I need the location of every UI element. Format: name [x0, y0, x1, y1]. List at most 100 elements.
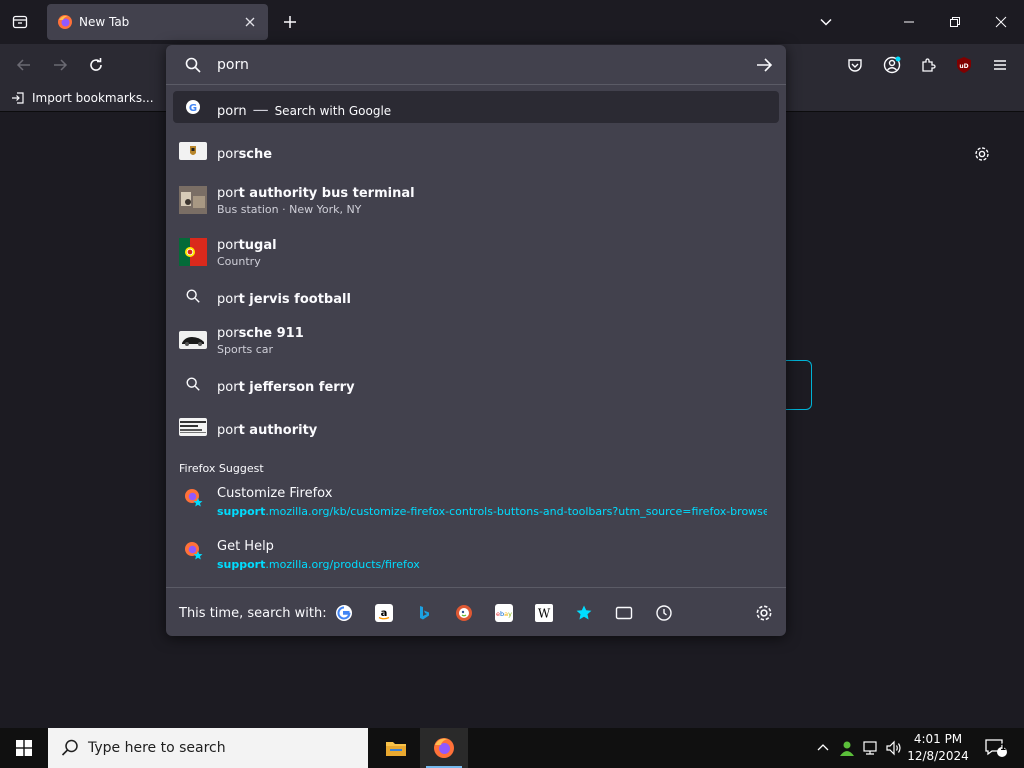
typed-text: por	[217, 147, 239, 162]
minimize-icon	[904, 21, 914, 23]
completion-text: tugal	[238, 238, 277, 253]
account-button[interactable]	[879, 52, 905, 78]
typed-text: por	[217, 186, 239, 201]
porsche-911-photo-icon	[179, 326, 207, 354]
result-search-with-google[interactable]: G porn — Search with Google	[173, 91, 779, 123]
firefox-taskbar-button[interactable]	[420, 728, 468, 768]
extensions-button[interactable]	[915, 52, 941, 78]
firefox-support-icon	[179, 536, 207, 564]
restore-icon	[950, 17, 960, 27]
engine-duckduckgo-button[interactable]	[454, 603, 474, 623]
suggestion-row[interactable]: port authority bus terminal Bus station …	[173, 177, 779, 223]
back-button[interactable]	[11, 52, 37, 78]
reload-button[interactable]	[83, 52, 109, 78]
suggestion-row[interactable]: port authority	[173, 409, 779, 445]
minimize-button[interactable]	[895, 8, 923, 36]
network-icon	[863, 741, 877, 755]
heuristic-action: Search with Google	[274, 104, 392, 118]
show-hidden-icons-button[interactable]	[812, 728, 834, 768]
file-explorer-button[interactable]	[372, 728, 420, 768]
close-icon	[995, 16, 1007, 28]
notifications-button[interactable]: 1	[978, 728, 1014, 768]
portugal-flag-icon	[179, 238, 207, 266]
tab-close-button[interactable]	[238, 10, 262, 34]
suggestion-row[interactable]: portugal Country	[173, 229, 779, 275]
search-icon	[61, 739, 78, 756]
firefox-view-button[interactable]	[8, 10, 32, 34]
suggest-url: .mozilla.org/kb/customize-firefox-contro…	[265, 505, 767, 518]
taskbar-clock[interactable]: 4:01 PM 12/8/2024	[905, 731, 971, 765]
suggestion-row[interactable]: porsche 911 Sports car	[173, 317, 779, 363]
windows-taskbar: Type here to search 4:01 PM 12/8/2024 1	[0, 728, 1024, 768]
windows-logo-icon	[16, 740, 32, 756]
forward-button[interactable]	[47, 52, 73, 78]
taskbar-search-box[interactable]: Type here to search	[48, 728, 368, 768]
account-icon	[883, 56, 901, 74]
pocket-button[interactable]	[842, 52, 868, 78]
tab-new-tab[interactable]: New Tab	[47, 4, 268, 40]
search-bookmarks-button[interactable]	[574, 603, 594, 623]
engine-ebay-button[interactable]: ebay	[494, 603, 514, 623]
newtab-settings-button[interactable]	[970, 142, 994, 166]
svg-text:G: G	[189, 103, 197, 114]
volume-button[interactable]	[883, 728, 905, 768]
firefox-suggest-row[interactable]: Customize Firefox support.mozilla.org/kb…	[173, 479, 779, 525]
typed-text: por	[217, 292, 239, 307]
arrow-left-icon	[16, 59, 30, 71]
svg-text:ebay: ebay	[496, 610, 512, 618]
suggest-url-highlight: support	[217, 505, 266, 518]
import-bookmarks-button[interactable]: Import bookmarks...	[10, 90, 154, 106]
urlbar-input-row[interactable]: porn	[166, 45, 786, 85]
ublock-button[interactable]: uD	[951, 52, 977, 78]
suggest-url: .mozilla.org/products/firefox	[265, 558, 420, 571]
engine-amazon-button[interactable]: a	[374, 603, 394, 623]
app-menu-button[interactable]	[987, 52, 1013, 78]
engine-wikipedia-button[interactable]: W	[534, 603, 554, 623]
suggest-url-highlight: support	[217, 558, 266, 571]
network-button[interactable]	[860, 728, 882, 768]
one-off-search-buttons: This time, search with: a ebay W	[166, 587, 786, 636]
clock-time: 4:01 PM	[913, 732, 963, 746]
suggestion-subtitle: Bus station · New York, NY	[217, 203, 362, 216]
pocket-icon	[848, 59, 862, 72]
urlbar-input[interactable]: porn	[217, 57, 249, 73]
tab-title: New Tab	[79, 15, 130, 29]
suggestion-row[interactable]: port jefferson ferry	[173, 369, 779, 399]
firefox-suggest-row[interactable]: Get Help support.mozilla.org/products/fi…	[173, 532, 779, 578]
close-icon	[245, 17, 255, 27]
puzzle-icon	[922, 58, 936, 72]
restore-button[interactable]	[941, 8, 969, 36]
new-tab-button[interactable]	[278, 10, 302, 34]
chevron-down-icon	[820, 18, 832, 26]
search-icon	[185, 57, 201, 73]
search-tabs-button[interactable]	[614, 603, 634, 623]
duckduckgo-icon	[456, 605, 472, 621]
search-settings-gear-icon[interactable]	[754, 603, 774, 623]
arrow-right-icon	[54, 59, 68, 71]
suggestion-row[interactable]: port jervis football	[173, 281, 779, 311]
search-history-button[interactable]	[654, 603, 674, 623]
svg-text:W: W	[538, 607, 551, 621]
google-icon: G	[179, 93, 207, 121]
completion-text: t jefferson ferry	[238, 380, 355, 395]
import-icon	[10, 90, 26, 106]
start-button[interactable]	[0, 728, 48, 768]
tray-user-button[interactable]	[836, 728, 858, 768]
window-close-button[interactable]	[987, 8, 1015, 36]
suggest-title: Customize Firefox	[217, 486, 333, 501]
firefox-icon	[434, 738, 454, 758]
typed-text: por	[217, 326, 239, 341]
suggestion-row[interactable]: porsche	[173, 133, 779, 169]
firefox-view-icon	[12, 15, 28, 29]
amazon-icon: a	[375, 604, 393, 622]
completion-text: t authority	[238, 423, 318, 438]
engine-bing-button[interactable]	[414, 603, 434, 623]
engine-google-button[interactable]	[334, 603, 354, 623]
bing-icon	[420, 606, 429, 620]
go-arrow-icon[interactable]	[754, 55, 774, 75]
notification-count: 1	[1000, 743, 1007, 753]
list-all-tabs-button[interactable]	[812, 8, 840, 36]
heuristic-query: porn	[217, 104, 247, 119]
suggest-title: Get Help	[217, 539, 274, 554]
typed-text: por	[217, 238, 239, 253]
